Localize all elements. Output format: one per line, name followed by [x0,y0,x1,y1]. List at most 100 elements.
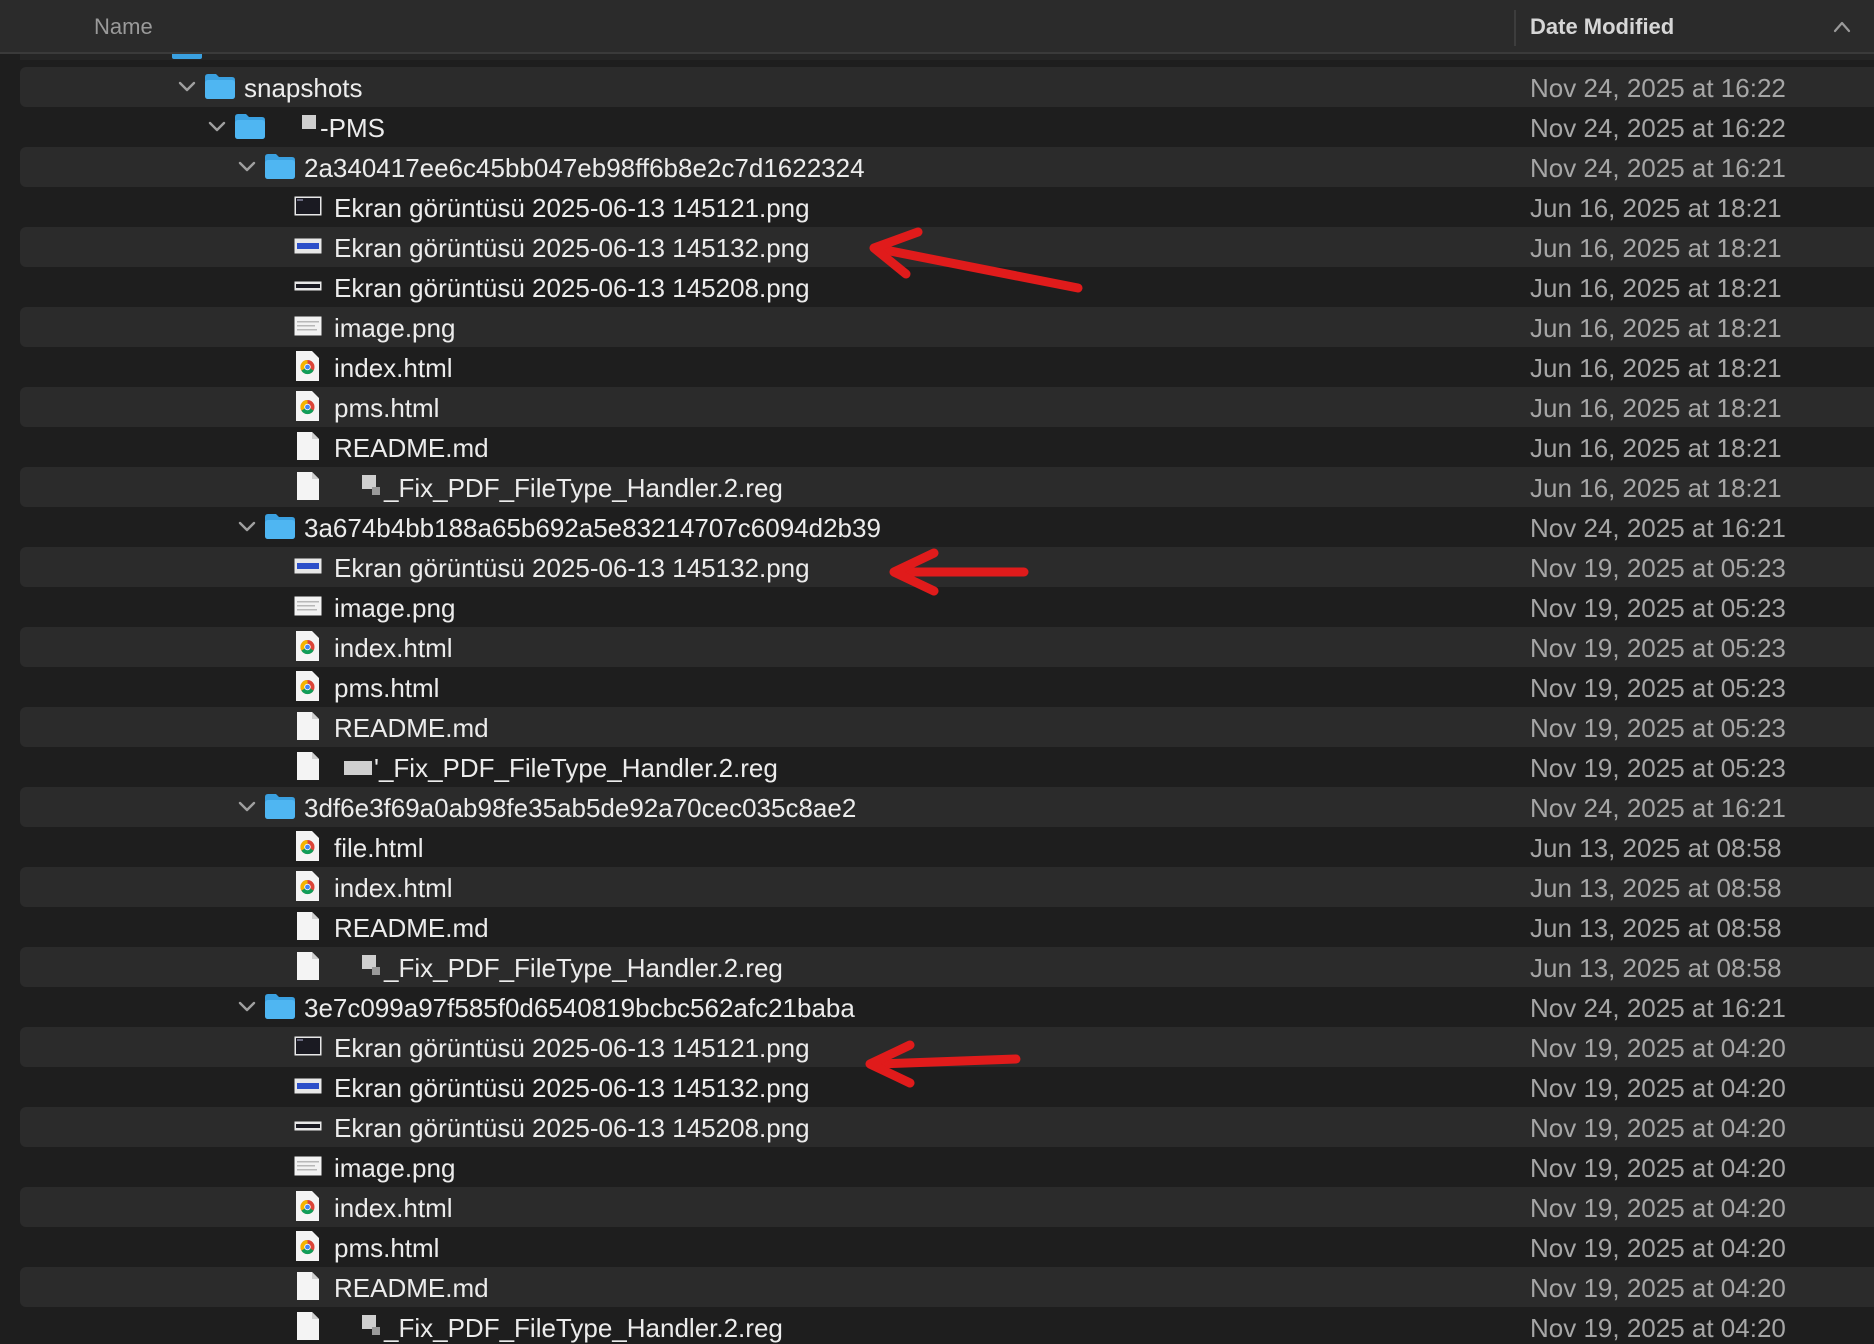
date-modified: Nov 19, 2025 at 04:20 [1530,1313,1786,1343]
date-modified: Nov 19, 2025 at 05:23 [1530,553,1786,583]
list-item[interactable]: README.md Nov 19, 2025 at 05:23 [20,707,1874,747]
list-item[interactable]: 3e7c099a97f585f0d6540819bcbc562afc21baba… [20,987,1874,1027]
date-modified: Jun 13, 2025 at 08:58 [1530,953,1782,983]
chrome-html-icon [296,1191,319,1221]
redacted-text [372,1327,380,1335]
list-item[interactable]: README.md Nov 19, 2025 at 04:20 [20,1267,1874,1307]
chrome-html-icon [296,1231,319,1261]
redacted-text [344,761,372,775]
finder-list-view: Name Date Modified snapshots Nov 24, 202… [0,0,1874,1344]
file-name: index.html [334,873,453,903]
list-item[interactable]: README.md Jun 13, 2025 at 08:58 [20,907,1874,947]
chevron-down-icon[interactable] [176,77,198,97]
date-modified: Nov 24, 2025 at 16:21 [1530,993,1786,1023]
file-name: Ekran görüntüsü 2025-06-13 145121.png [334,1033,810,1063]
date-modified: Jun 16, 2025 at 18:21 [1530,233,1782,263]
redacted-text [302,115,316,129]
date-modified: Nov 24, 2025 at 16:21 [1530,793,1786,823]
list-item[interactable]: Ekran görüntüsü 2025-06-13 145132.png Ju… [20,227,1874,267]
list-item[interactable]: 3a674b4bb188a65b692a5e83214707c6094d2b39… [20,507,1874,547]
chevron-down-icon[interactable] [236,997,258,1017]
folder-icon [265,514,295,539]
file-name: index.html [334,633,453,663]
list-item[interactable]: index.html Nov 19, 2025 at 04:20 [20,1187,1874,1227]
chrome-html-icon [296,391,319,421]
list-item[interactable]: _Fix_PDF_FileType_Handler.2.reg Jun 16, … [20,467,1874,507]
list-item[interactable]: snapshots Nov 24, 2025 at 16:22 [20,67,1874,107]
chrome-html-icon [296,631,319,661]
chevron-down-icon[interactable] [206,117,228,137]
file-name: Ekran görüntüsü 2025-06-13 145208.png [334,273,810,303]
list-item[interactable]: Ekran görüntüsü 2025-06-13 145132.png No… [20,547,1874,587]
chevron-down-icon[interactable] [236,157,258,177]
file-name: image.png [334,313,456,343]
folder-icon [265,994,295,1019]
file-name: Ekran görüntüsü 2025-06-13 145121.png [334,193,810,223]
list-item[interactable]: file.html Jun 13, 2025 at 08:58 [20,827,1874,867]
chevron-down-icon[interactable] [236,517,258,537]
date-modified: Nov 19, 2025 at 04:20 [1530,1073,1786,1103]
date-modified-column-header[interactable]: Date Modified [1530,14,1674,40]
list-item[interactable]: index.html Nov 19, 2025 at 05:23 [20,627,1874,667]
list-item[interactable]: image.png Jun 16, 2025 at 18:21 [20,307,1874,347]
file-name: Ekran görüntüsü 2025-06-13 145208.png [334,1113,810,1143]
date-modified: Nov 19, 2025 at 04:20 [1530,1153,1786,1183]
screenshot-thumbnail-icon [294,558,322,574]
date-modified: Jun 16, 2025 at 18:21 [1530,193,1782,223]
date-modified: Jun 13, 2025 at 08:58 [1530,913,1782,943]
list-item[interactable]: image.png Nov 19, 2025 at 05:23 [20,587,1874,627]
date-modified: Nov 19, 2025 at 04:20 [1530,1233,1786,1263]
screenshot-thumbnail-icon [294,281,322,291]
list-item[interactable]: image.png Nov 19, 2025 at 04:20 [20,1147,1874,1187]
column-divider[interactable] [1514,10,1516,46]
file-name: '_Fix_PDF_FileType_Handler.2.reg [374,753,778,783]
file-name: snapshots [244,73,363,103]
list-item[interactable]: Ekran görüntüsü 2025-06-13 145208.png No… [20,1107,1874,1147]
list-item[interactable]: 2a340417ee6c45bb047eb98ff6b8e2c7d1622324… [20,147,1874,187]
list-item[interactable]: Ekran görüntüsü 2025-06-13 145121.png No… [20,1027,1874,1067]
file-name: index.html [334,1193,453,1223]
list-item[interactable]: index.html Jun 13, 2025 at 08:58 [20,867,1874,907]
file-name: image.png [334,593,456,623]
date-modified: Jun 16, 2025 at 18:21 [1530,353,1782,383]
screenshot-thumbnail-icon [294,1078,322,1094]
document-icon [297,432,319,460]
file-name: pms.html [334,673,440,703]
file-name: index.html [334,353,453,383]
list-item[interactable]: _Fix_PDF_FileType_Handler.2.reg Jun 13, … [20,947,1874,987]
file-name: file.html [334,833,424,863]
file-name: -PMS [320,113,385,143]
list-item[interactable]: index.html Jun 16, 2025 at 18:21 [20,347,1874,387]
list-item[interactable]: _Fix_PDF_FileType_Handler.2.reg Nov 19, … [20,1307,1874,1344]
date-modified: Nov 19, 2025 at 05:23 [1530,593,1786,623]
redacted-text [372,487,380,495]
list-item[interactable]: Ekran görüntüsü 2025-06-13 145121.png Ju… [20,187,1874,227]
chevron-down-icon[interactable] [236,797,258,817]
date-modified: Nov 19, 2025 at 04:20 [1530,1193,1786,1223]
folder-icon [265,154,295,179]
list-item[interactable]: 3df6e3f69a0ab98fe35ab5de92a70cec035c8ae2… [20,787,1874,827]
list-item[interactable]: -PMS Nov 24, 2025 at 16:22 [20,107,1874,147]
file-name: Ekran görüntüsü 2025-06-13 145132.png [334,233,810,263]
chrome-html-icon [296,351,319,381]
date-modified: Jun 13, 2025 at 08:58 [1530,833,1782,863]
list-item[interactable]: README.md Jun 16, 2025 at 18:21 [20,427,1874,467]
list-item[interactable]: pms.html Jun 16, 2025 at 18:21 [20,387,1874,427]
list-item[interactable]: pms.html Nov 19, 2025 at 04:20 [20,1227,1874,1267]
name-column-header[interactable]: Name [94,14,153,40]
redacted-text [372,967,380,975]
document-icon [297,752,319,780]
file-name: image.png [334,1153,456,1183]
list-item[interactable]: Ekran görüntüsü 2025-06-13 145208.png Ju… [20,267,1874,307]
list-item[interactable]: Ekran görüntüsü 2025-06-13 145132.png No… [20,1067,1874,1107]
list-item[interactable]: pms.html Nov 19, 2025 at 05:23 [20,667,1874,707]
date-modified: Jun 13, 2025 at 08:58 [1530,873,1782,903]
date-modified: Nov 19, 2025 at 05:23 [1530,713,1786,743]
image-thumbnail-icon [294,1156,322,1176]
sort-ascending-icon[interactable] [1832,18,1852,36]
file-name: Ekran görüntüsü 2025-06-13 145132.png [334,1073,810,1103]
date-modified: Nov 19, 2025 at 04:20 [1530,1273,1786,1303]
list-item[interactable]: '_Fix_PDF_FileType_Handler.2.reg Nov 19,… [20,747,1874,787]
document-icon [297,712,319,740]
date-modified: Nov 24, 2025 at 16:21 [1530,153,1786,183]
